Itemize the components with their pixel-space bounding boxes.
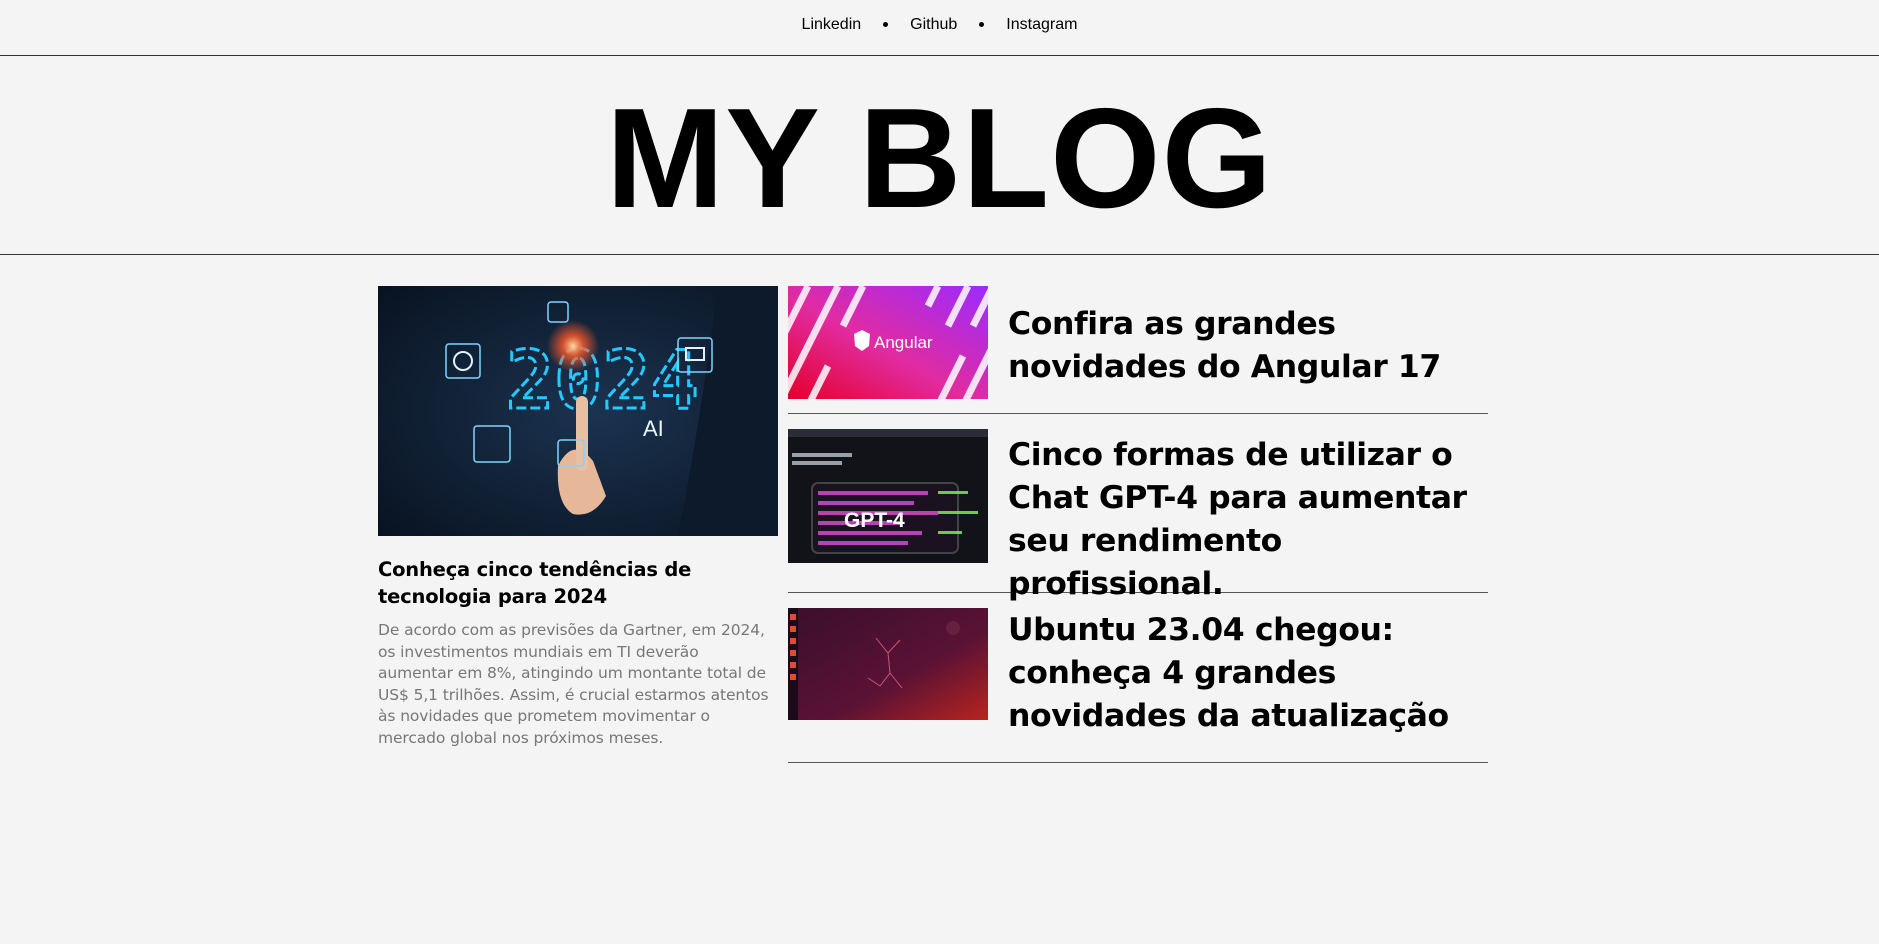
blog-title: MY BLOG: [605, 79, 1274, 238]
list-item[interactable]: GPT-4 Cinco formas de utilizar o Chat GP…: [788, 429, 1488, 602]
list-item[interactable]: Angular Confira as grandes novidades do …: [788, 286, 1488, 414]
post-thumbnail-ubuntu[interactable]: [788, 608, 988, 720]
list-item[interactable]: Ubuntu 23.04 chegou: conheça 4 grandes n…: [788, 608, 1488, 763]
post-thumbnail-angular[interactable]: Angular: [788, 286, 988, 399]
post-thumbnail-gpt4[interactable]: GPT-4: [788, 429, 988, 563]
nav-link-instagram[interactable]: Instagram: [1006, 16, 1077, 34]
svg-text:Angular: Angular: [874, 333, 933, 352]
nav-link-github[interactable]: Github: [910, 16, 957, 34]
post-title[interactable]: Cinco formas de utilizar o Chat GPT-4 pa…: [988, 434, 1488, 602]
nav-separator: [979, 22, 985, 27]
post-list: Angular Confira as grandes novidades do …: [788, 286, 1488, 763]
nav-link-linkedin[interactable]: Linkedin: [802, 16, 862, 34]
svg-text:2024: 2024: [506, 334, 699, 427]
featured-article-title[interactable]: Conheça cinco tendências de tecnologia p…: [378, 556, 778, 610]
svg-text:AI: AI: [643, 416, 664, 441]
featured-article-excerpt: De acordo com as previsões da Gartner, e…: [378, 621, 769, 747]
masthead: MY BLOG: [0, 56, 1879, 255]
svg-text:GPT-4: GPT-4: [844, 509, 905, 532]
post-title[interactable]: Confira as grandes novidades do Angular …: [988, 303, 1488, 413]
featured-article: 2024 AI Conheça cinco tendências de tecn…: [378, 286, 778, 749]
nav-separator: [883, 22, 889, 27]
post-title[interactable]: Ubuntu 23.04 chegou: conheça 4 grandes n…: [988, 609, 1488, 762]
top-nav: Linkedin Github Instagram: [0, 0, 1879, 56]
featured-image[interactable]: 2024 AI: [378, 286, 778, 536]
